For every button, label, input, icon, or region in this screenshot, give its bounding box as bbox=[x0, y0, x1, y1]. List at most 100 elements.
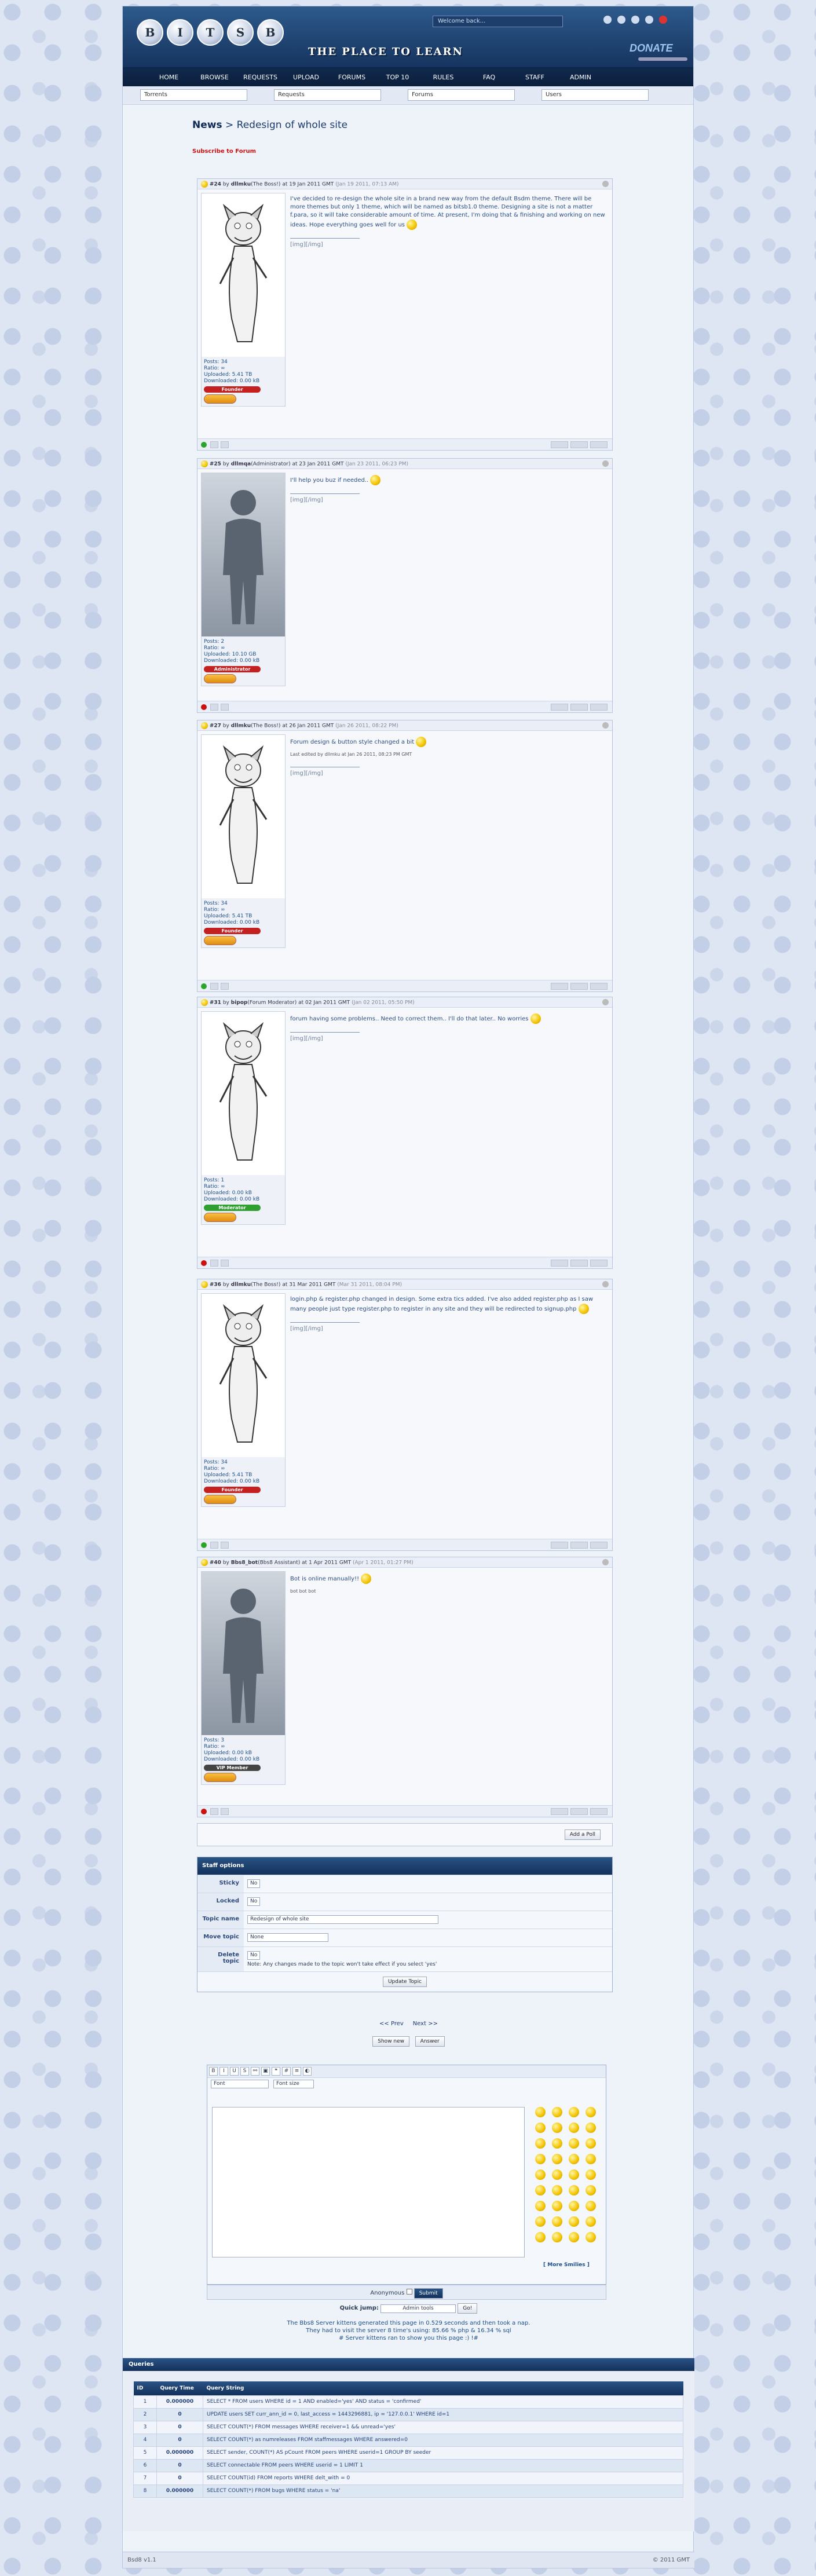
avatar[interactable] bbox=[202, 193, 285, 357]
smiley-icon[interactable] bbox=[552, 2169, 562, 2180]
smiley-icon[interactable] bbox=[569, 2185, 579, 2196]
quote-button[interactable] bbox=[551, 441, 568, 448]
smiley-icon[interactable] bbox=[535, 2185, 546, 2196]
report-icon[interactable] bbox=[602, 1281, 609, 1287]
pm-icon[interactable] bbox=[210, 983, 218, 990]
post-id[interactable]: #27 bbox=[210, 723, 221, 729]
topic-name-input[interactable]: Redesign of whole site bbox=[247, 1915, 438, 1924]
delete-button[interactable] bbox=[590, 1542, 608, 1549]
avatar[interactable] bbox=[202, 735, 285, 898]
logout-icon[interactable] bbox=[659, 16, 667, 24]
edit-button[interactable] bbox=[570, 983, 588, 990]
italic-icon[interactable]: I bbox=[219, 2067, 228, 2076]
quote-icon[interactable]: ❝ bbox=[272, 2067, 280, 2076]
profile-icon[interactable] bbox=[221, 441, 229, 448]
edit-button[interactable] bbox=[570, 1542, 588, 1549]
post-author[interactable]: dllmku bbox=[231, 1282, 251, 1288]
smiley-icon[interactable] bbox=[569, 2216, 579, 2227]
smiley-icon[interactable] bbox=[535, 2201, 546, 2211]
pm-icon[interactable] bbox=[210, 1808, 218, 1815]
pm-icon[interactable] bbox=[210, 704, 218, 711]
search-users-input[interactable]: Users bbox=[541, 89, 649, 101]
message-textarea[interactable] bbox=[212, 2107, 525, 2257]
code-icon[interactable]: # bbox=[282, 2067, 291, 2076]
nav-rules[interactable]: RULES bbox=[420, 69, 466, 86]
nav-faq[interactable]: FAQ bbox=[466, 69, 512, 86]
smiley-icon[interactable] bbox=[535, 2138, 546, 2149]
smiley-icon[interactable] bbox=[552, 2138, 562, 2149]
quick-jump-select[interactable]: Admin tools bbox=[380, 2304, 456, 2313]
bold-icon[interactable]: B bbox=[209, 2067, 218, 2076]
delete-button[interactable] bbox=[590, 441, 608, 448]
smiley-icon[interactable] bbox=[535, 2154, 546, 2164]
search-torrents-input[interactable]: Torrents bbox=[140, 89, 247, 101]
edit-button[interactable] bbox=[570, 704, 588, 711]
smiley-icon[interactable] bbox=[552, 2107, 562, 2117]
breadcrumb-section[interactable]: News bbox=[192, 119, 222, 131]
smiley-icon[interactable] bbox=[535, 2123, 546, 2133]
post-author[interactable]: dllmqa bbox=[231, 462, 251, 467]
answer-button[interactable]: Answer bbox=[415, 2036, 445, 2047]
prev-link[interactable]: << Prev bbox=[379, 2021, 404, 2027]
show-new-button[interactable]: Show new bbox=[372, 2036, 410, 2047]
nav-requests[interactable]: REQUESTS bbox=[237, 69, 283, 86]
nav-home[interactable]: HOME bbox=[146, 69, 192, 86]
delete-topic-select[interactable]: No bbox=[247, 1951, 261, 1960]
edit-button[interactable] bbox=[570, 441, 588, 448]
underline-icon[interactable]: U bbox=[230, 2067, 239, 2076]
pm-icon[interactable] bbox=[210, 1542, 218, 1549]
report-icon[interactable] bbox=[602, 181, 609, 187]
smiley-icon[interactable] bbox=[569, 2123, 579, 2133]
profile-icon[interactable] bbox=[221, 1808, 229, 1815]
sticky-select[interactable]: No bbox=[247, 1879, 261, 1888]
image-icon[interactable]: ▣ bbox=[261, 2067, 270, 2076]
smiley-icon[interactable] bbox=[569, 2169, 579, 2180]
locked-select[interactable]: No bbox=[247, 1897, 261, 1906]
smiley-icon[interactable] bbox=[569, 2154, 579, 2164]
font-size-select[interactable]: Font size bbox=[273, 2080, 314, 2088]
edit-button[interactable] bbox=[570, 1260, 588, 1267]
submit-button[interactable]: Submit bbox=[414, 2288, 443, 2299]
welcome-dropdown[interactable]: Welcome back... bbox=[433, 16, 563, 27]
pm-icon[interactable] bbox=[210, 1260, 218, 1267]
report-icon[interactable] bbox=[602, 999, 609, 1005]
strike-icon[interactable]: S bbox=[240, 2067, 249, 2076]
post-author[interactable]: dllmku bbox=[231, 182, 251, 188]
avatar[interactable] bbox=[202, 1012, 285, 1175]
smiley-icon[interactable] bbox=[552, 2216, 562, 2227]
profile-icon[interactable] bbox=[221, 1260, 229, 1267]
smiley-icon[interactable] bbox=[569, 2201, 579, 2211]
smiley-icon[interactable] bbox=[535, 2232, 546, 2242]
smiley-icon[interactable] bbox=[535, 2107, 546, 2117]
smiley-icon[interactable] bbox=[586, 2232, 596, 2242]
site-logo[interactable]: BITSB bbox=[137, 19, 284, 46]
post-id[interactable]: #31 bbox=[210, 1000, 221, 1006]
color-icon[interactable]: ◐ bbox=[303, 2067, 312, 2076]
smiley-icon[interactable] bbox=[586, 2138, 596, 2149]
move-topic-select[interactable]: None bbox=[247, 1933, 328, 1942]
post-author[interactable]: Bbs8_bot bbox=[231, 1560, 258, 1566]
smiley-icon[interactable] bbox=[586, 2107, 596, 2117]
smiley-icon[interactable] bbox=[586, 2216, 596, 2227]
avatar[interactable] bbox=[202, 1294, 285, 1457]
report-icon[interactable] bbox=[602, 722, 609, 729]
quote-button[interactable] bbox=[551, 983, 568, 990]
nav-admin[interactable]: ADMIN bbox=[558, 69, 603, 86]
mail-icon[interactable] bbox=[603, 16, 612, 24]
smiley-icon[interactable] bbox=[569, 2138, 579, 2149]
smiley-icon[interactable] bbox=[552, 2201, 562, 2211]
nav-top-10[interactable]: TOP 10 bbox=[375, 69, 420, 86]
quote-button[interactable] bbox=[551, 704, 568, 711]
subscribe-link[interactable]: Subscribe to Forum bbox=[192, 148, 256, 155]
smiley-icon[interactable] bbox=[535, 2169, 546, 2180]
delete-button[interactable] bbox=[590, 1808, 608, 1815]
nav-forums[interactable]: FORUMS bbox=[329, 69, 375, 86]
quote-button[interactable] bbox=[551, 1542, 568, 1549]
post-id[interactable]: #36 bbox=[210, 1282, 221, 1288]
smiley-icon[interactable] bbox=[586, 2169, 596, 2180]
profile-icon[interactable] bbox=[221, 1542, 229, 1549]
smiley-icon[interactable] bbox=[552, 2185, 562, 2196]
pm-icon[interactable] bbox=[210, 441, 218, 448]
nav-browse[interactable]: BROWSE bbox=[192, 69, 237, 86]
smiley-icon[interactable] bbox=[552, 2232, 562, 2242]
